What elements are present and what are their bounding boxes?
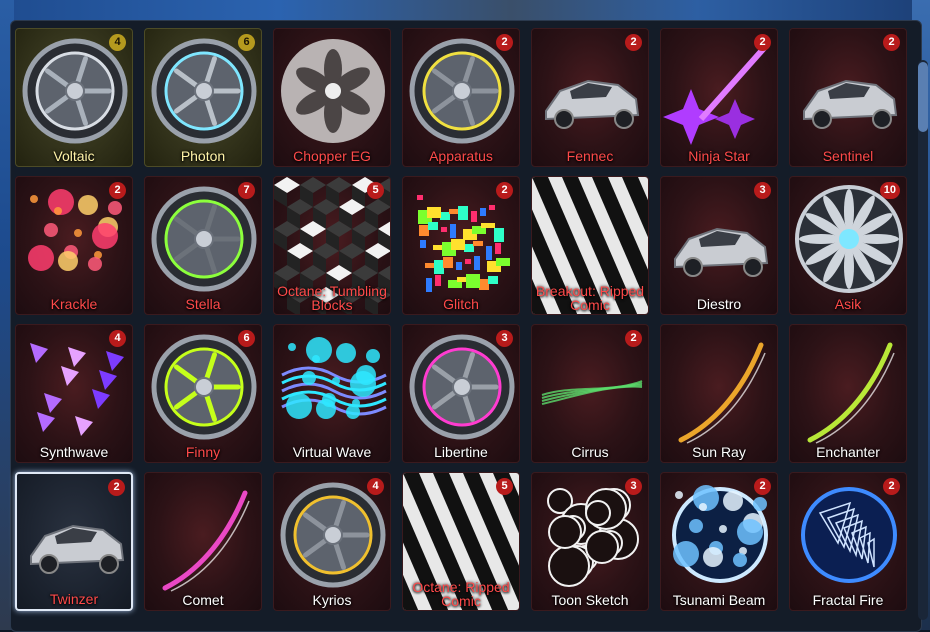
item-name-label: Stella <box>185 296 221 312</box>
item-name-label: Fractal Fire <box>812 592 884 608</box>
inventory-item-tile[interactable]: 6 Finny <box>144 324 262 463</box>
inventory-item-tile[interactable]: 5 Octane: Tumbling Blocks <box>273 176 391 315</box>
item-count-badge: 2 <box>109 182 126 199</box>
item-count-badge: 2 <box>496 34 513 51</box>
item-name-label: Diestro <box>696 296 742 312</box>
inventory-item-tile[interactable]: 2 Fennec <box>531 28 649 167</box>
inventory-item-tile[interactable]: Enchanter <box>789 324 907 463</box>
item-name-label: Asik <box>834 296 862 312</box>
item-name-label: Comet <box>182 592 224 608</box>
enchant-trail-icon <box>807 342 895 444</box>
item-count-badge: 2 <box>625 34 642 51</box>
inventory-item-tile[interactable]: 2 Cirrus <box>531 324 649 463</box>
item-count-badge: 3 <box>625 478 642 495</box>
item-name-label: Sun Ray <box>692 444 746 460</box>
item-name-label: Photon <box>180 148 226 164</box>
item-name-label: Synthwave <box>39 444 109 460</box>
inventory-item-tile[interactable]: 6 Photon <box>144 28 262 167</box>
item-count-badge: 2 <box>754 478 771 495</box>
wheel-fan-icon <box>274 29 390 166</box>
item-name-label: Virtual Wave <box>292 444 372 460</box>
item-count-badge: 4 <box>367 478 384 495</box>
comet-trail-icon <box>162 490 250 592</box>
inventory-item-tile[interactable]: Chopper EG <box>273 28 391 167</box>
item-count-badge: 7 <box>238 182 255 199</box>
item-count-badge: 2 <box>883 34 900 51</box>
item-count-badge: 2 <box>108 479 125 496</box>
inventory-item-tile[interactable]: 2 Krackle <box>15 176 133 315</box>
item-name-label: Finny <box>185 444 221 460</box>
item-name-label: Ninja Star <box>688 148 750 164</box>
inventory-item-tile[interactable]: 2 Sentinel <box>789 28 907 167</box>
item-name-label: Voltaic <box>53 148 95 164</box>
item-count-badge: 2 <box>754 34 771 51</box>
item-name-label: Libertine <box>434 444 488 460</box>
inventory-item-tile[interactable]: 2 Ninja Star <box>660 28 778 167</box>
item-name-label: Apparatus <box>429 148 493 164</box>
item-name-label: Chopper EG <box>293 148 371 164</box>
scrollbar-track[interactable] <box>918 60 928 620</box>
item-count-badge: 10 <box>879 182 900 199</box>
item-count-badge: 5 <box>367 182 384 199</box>
item-count-badge: 2 <box>625 330 642 347</box>
inventory-item-tile[interactable]: Comet <box>144 472 262 611</box>
enchant-trail-icon <box>790 325 906 462</box>
sun-trail-icon <box>678 342 766 444</box>
scrollbar-thumb[interactable] <box>918 62 928 132</box>
inventory-item-tile[interactable]: 10 Asik <box>789 176 907 315</box>
inventory-item-tile[interactable]: Breakout: Ripped Comic <box>531 176 649 315</box>
inventory-item-tile[interactable]: 2 Tsunami Beam <box>660 472 778 611</box>
inventory-item-tile[interactable]: 3 Libertine <box>402 324 520 463</box>
item-count-badge: 4 <box>109 34 126 51</box>
inventory-item-tile[interactable]: 2 Fractal Fire <box>789 472 907 611</box>
item-count-badge: 2 <box>883 478 900 495</box>
item-name-label: Octane: Tumbling Blocks <box>277 283 387 313</box>
item-count-badge: 6 <box>238 330 255 347</box>
item-name-label: Kyrios <box>312 592 352 608</box>
wheel-fan-icon <box>281 39 385 143</box>
wave-boost-icon <box>274 325 390 462</box>
inventory-item-tile[interactable]: 3 Diestro <box>660 176 778 315</box>
comet-trail-icon <box>145 473 261 610</box>
item-name-label: Toon Sketch <box>551 592 629 608</box>
item-count-badge: 5 <box>496 478 513 495</box>
inventory-item-tile[interactable]: 5 Octane: Ripped Comic <box>402 472 520 611</box>
inventory-item-tile[interactable]: 4 Synthwave <box>15 324 133 463</box>
item-name-label: Twinzer <box>49 591 99 607</box>
item-name-label: Cirrus <box>571 444 609 460</box>
sun-trail-icon <box>661 325 777 462</box>
inventory-grid: 4 Voltaic 6 Photon Chopper EG 2 Apparatus 2… <box>15 28 919 628</box>
inventory-item-tile[interactable]: 3 Toon Sketch <box>531 472 649 611</box>
inventory-item-tile[interactable]: Virtual Wave <box>273 324 391 463</box>
inventory-item-tile[interactable]: 2 Glitch <box>402 176 520 315</box>
wave-boost-icon <box>281 337 387 419</box>
inventory-item-tile[interactable]: 7 Stella <box>144 176 262 315</box>
item-name-label: Tsunami Beam <box>672 592 766 608</box>
item-name-label: Sentinel <box>822 148 874 164</box>
item-name-label: Glitch <box>443 296 479 312</box>
inventory-item-tile[interactable]: 2 Apparatus <box>402 28 520 167</box>
item-count-badge: 3 <box>754 182 771 199</box>
item-name-label: Krackle <box>50 296 98 312</box>
item-count-badge: 2 <box>496 182 513 199</box>
item-name-label: Octane: Ripped Comic <box>412 579 510 609</box>
item-name-label: Fennec <box>566 148 614 164</box>
inventory-item-tile[interactable]: 2 Twinzer <box>15 472 133 611</box>
item-name-label: Breakout: Ripped Comic <box>535 283 645 313</box>
inventory-item-tile[interactable]: 4 Kyrios <box>273 472 391 611</box>
item-count-badge: 6 <box>238 34 255 51</box>
inventory-item-tile[interactable]: Sun Ray <box>660 324 778 463</box>
item-count-badge: 3 <box>496 330 513 347</box>
inventory-item-tile[interactable]: 4 Voltaic <box>15 28 133 167</box>
item-name-label: Enchanter <box>816 444 880 460</box>
item-count-badge: 4 <box>109 330 126 347</box>
